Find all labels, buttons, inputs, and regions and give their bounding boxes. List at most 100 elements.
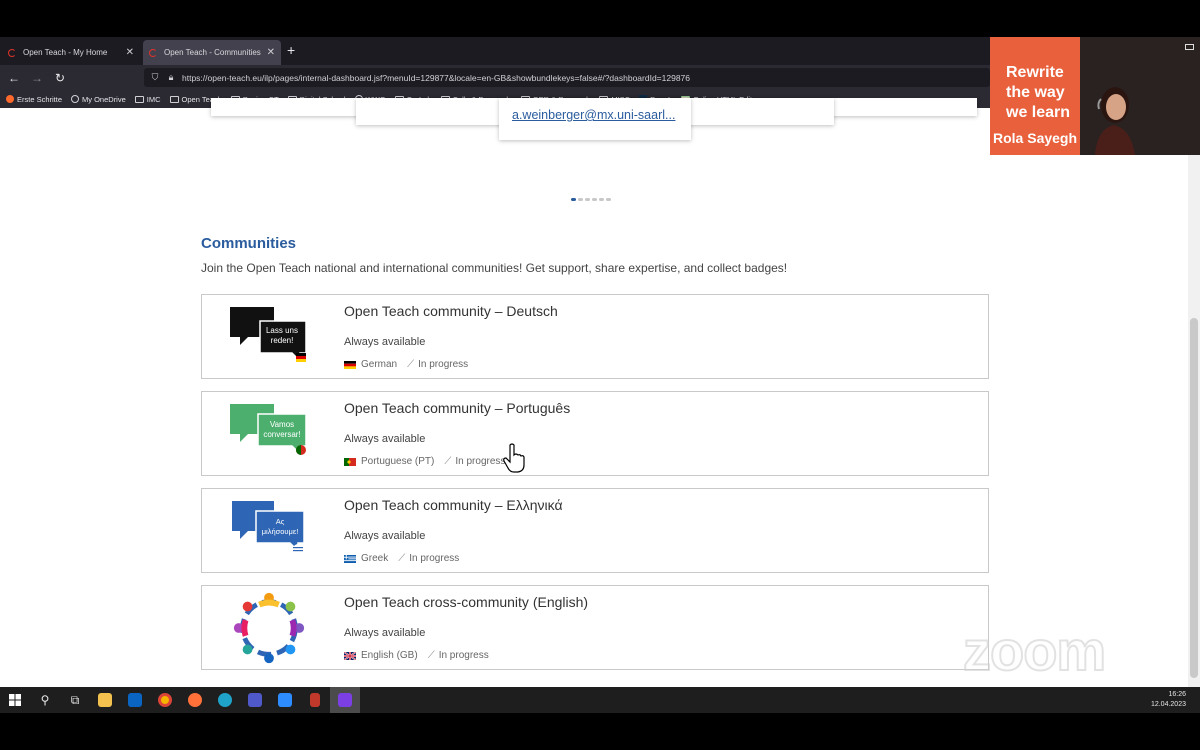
new-tab-button[interactable]: + — [287, 42, 295, 58]
community-meta: Portuguese (PT) ⟋ In progress — [344, 456, 505, 467]
speech-bubble-icon: Lass uns reden! — [230, 307, 307, 363]
svg-text:Vamos: Vamos — [270, 420, 294, 429]
lock-icon: 🔒︎ — [168, 72, 174, 82]
opera-gx-icon[interactable] — [330, 687, 360, 713]
status-label: In progress — [418, 359, 469, 370]
community-meta: German ⟋ In progress — [344, 359, 468, 370]
greek-flag-icon — [344, 554, 356, 563]
page-scrollbar[interactable] — [1188, 108, 1200, 687]
svg-text:conversar!: conversar! — [263, 430, 300, 439]
availability-text: Always available — [344, 336, 426, 348]
community-meta: Greek ⟋ In progress — [344, 553, 459, 564]
participant-name: Rola Sayegh — [993, 130, 1078, 146]
hand-cursor-icon — [503, 443, 525, 473]
bookmark-label: IMC — [146, 94, 161, 104]
outlook-icon[interactable] — [120, 687, 150, 713]
teams-icon[interactable] — [240, 687, 270, 713]
forward-icon[interactable]: → — [28, 69, 46, 87]
progress-icon: ⟋ — [407, 359, 415, 370]
speech-bubble-icon: Vamos conversar! — [230, 404, 307, 456]
back-icon[interactable]: ← — [5, 69, 23, 87]
firefox-icon[interactable] — [180, 687, 210, 713]
participant-video — [1095, 87, 1135, 155]
bookmark-label: My OneDrive — [82, 94, 126, 104]
page-content: a.weinberger@mx.uni-saarl... Communities… — [0, 98, 1200, 687]
contact-email-link[interactable]: a.weinberger@mx.uni-saarl... — [512, 108, 675, 122]
app-icon[interactable] — [300, 687, 330, 713]
community-title[interactable]: Open Teach community – Ελληνικά — [344, 497, 563, 513]
section-title: Communities — [201, 235, 297, 252]
progress-icon: ⟋ — [398, 553, 406, 564]
tab-communities[interactable]: Open Teach - Communities ✕ — [143, 40, 281, 65]
section-description: Join the Open Teach national and interna… — [201, 261, 788, 275]
availability-text: Always available — [344, 627, 426, 639]
screen: Open Teach - My Home ✕ Open Teach - Comm… — [0, 0, 1200, 750]
german-flag-icon — [344, 360, 356, 369]
language-label: Greek — [361, 553, 389, 564]
zoom-watermark: zoom — [962, 618, 1107, 683]
community-title[interactable]: Open Teach community – Português — [344, 400, 570, 416]
progress-icon: ⟋ — [444, 456, 452, 467]
bookmark-item[interactable]: IMC — [134, 94, 161, 104]
carousel-dot[interactable] — [606, 198, 611, 201]
carousel-dot[interactable] — [578, 198, 583, 201]
language-label: German — [361, 359, 398, 370]
url-bar[interactable]: ⛉ 🔒︎ https://open-teach.eu/ilp/pages/int… — [144, 68, 990, 87]
chrome-icon[interactable] — [150, 687, 180, 713]
bookmark-label: Erste Schritte — [17, 94, 63, 104]
url-text: https://open-teach.eu/ilp/pages/internal… — [182, 72, 691, 83]
windows-taskbar: ⚲ ⧉ 16:26 12.04.2023 — [0, 687, 1200, 713]
availability-text: Always available — [344, 530, 426, 542]
zoom-app-icon[interactable] — [270, 687, 300, 713]
search-icon[interactable]: ⚲ — [30, 687, 60, 713]
portuguese-flag-icon — [344, 457, 356, 466]
svg-text:Ας: Ας — [276, 517, 285, 526]
zoom-video-tile: Rewrite the way we learn Rola Sayegh — [990, 37, 1200, 155]
carousel-dot[interactable] — [585, 198, 590, 201]
task-view-icon[interactable]: ⧉ — [60, 687, 90, 713]
carousel-dot[interactable] — [599, 198, 604, 201]
community-title[interactable]: Open Teach community – Deutsch — [344, 303, 558, 319]
svg-text:Lass uns: Lass uns — [266, 326, 298, 335]
status-label: In progress — [455, 456, 506, 467]
community-card-english[interactable]: Open Teach cross-community (English) Alw… — [201, 585, 989, 670]
community-card-deutsch[interactable]: Lass uns reden! Open Teach community – D… — [201, 294, 989, 379]
status-label: In progress — [438, 650, 489, 661]
people-circle-icon — [233, 592, 305, 664]
svg-text:reden!: reden! — [271, 336, 294, 345]
file-explorer-icon[interactable] — [90, 687, 120, 713]
folder-icon — [134, 95, 144, 103]
folder-icon — [169, 95, 179, 103]
community-card-greek[interactable]: Ας μιλήσουμε! Open Teach community – Ελλ… — [201, 488, 989, 573]
carousel-pagination — [571, 198, 611, 201]
globe-icon — [71, 95, 80, 103]
community-title[interactable]: Open Teach cross-community (English) — [344, 594, 588, 610]
tab-my-home[interactable]: Open Teach - My Home ✕ — [2, 40, 140, 65]
carousel-dot[interactable] — [571, 198, 576, 201]
video-slogan: Rewrite the way we learn — [1006, 64, 1071, 121]
status-label: In progress — [409, 553, 460, 564]
opera-icon — [149, 48, 157, 57]
community-meta: English (GB) ⟋ In progress — [344, 650, 489, 661]
community-card-portugues[interactable]: Vamos conversar! Open Teach community – … — [201, 391, 989, 476]
bookmark-item[interactable]: My OneDrive — [71, 95, 126, 104]
speech-bubble-icon: Ας μιλήσουμε! — [232, 501, 305, 554]
carousel-dot[interactable] — [592, 198, 597, 201]
grid-view-icon[interactable] — [1185, 44, 1194, 50]
reload-icon[interactable]: ↻ — [51, 69, 69, 87]
availability-text: Always available — [344, 433, 426, 445]
close-icon[interactable]: ✕ — [126, 47, 134, 58]
close-icon[interactable]: ✕ — [267, 47, 275, 58]
language-label: English (GB) — [361, 650, 418, 661]
edge-icon[interactable] — [210, 687, 240, 713]
svg-text:μιλήσουμε!: μιλήσουμε! — [262, 527, 299, 536]
bookmark-item[interactable]: Erste Schritte — [6, 95, 62, 104]
opera-icon — [8, 48, 16, 57]
shield-icon: ⛉ — [151, 72, 159, 82]
progress-icon: ⟋ — [427, 650, 435, 661]
system-clock[interactable]: 16:26 12.04.2023 — [1151, 690, 1186, 710]
firefox-icon — [6, 95, 14, 103]
uk-flag-icon — [344, 651, 356, 660]
windows-start-icon[interactable] — [0, 687, 30, 713]
scrollbar-thumb[interactable] — [1190, 318, 1198, 678]
